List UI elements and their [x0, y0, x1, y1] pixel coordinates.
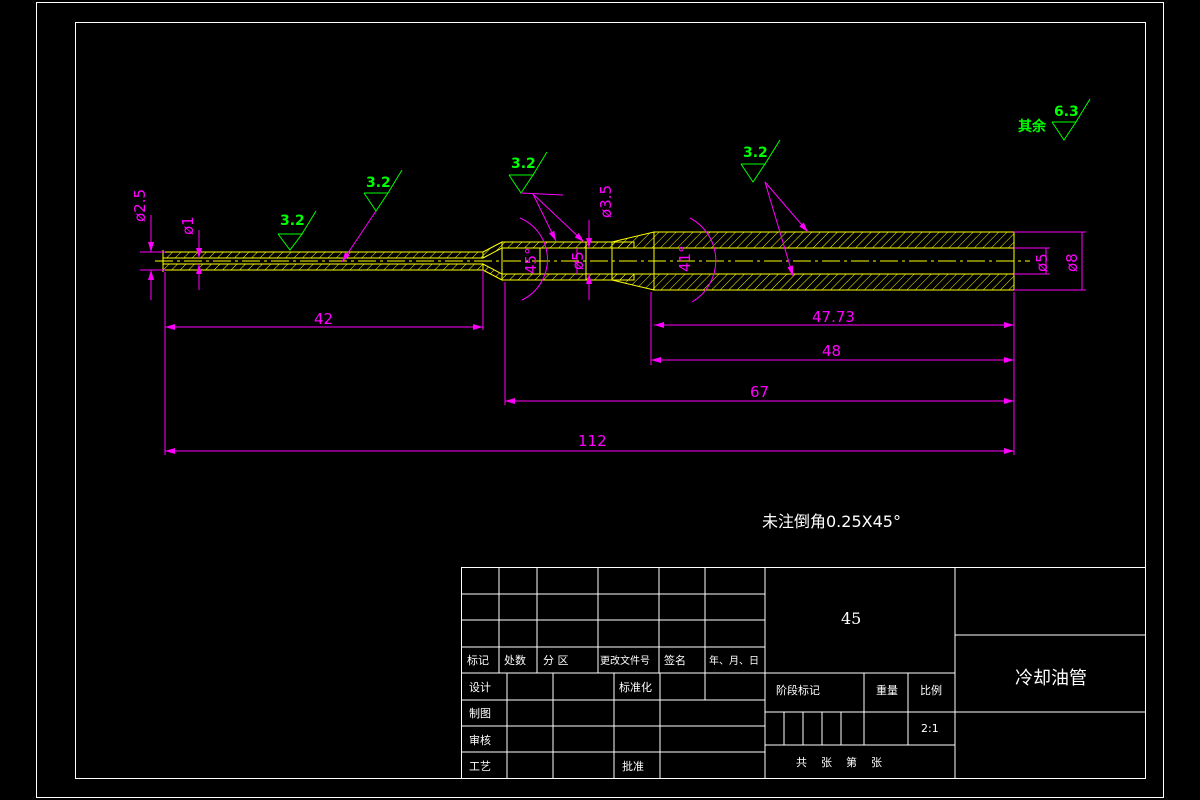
tb-row-draw: 制图	[469, 707, 491, 720]
right-taper-top	[611, 231, 655, 249]
left-taper-bottom	[482, 263, 503, 281]
tb-material: 45	[841, 609, 861, 628]
left-tube-wall-bottom	[162, 263, 484, 271]
dim-d8: ø8	[1063, 253, 1081, 272]
dim-42: 42	[314, 310, 333, 328]
tb-part-name: 冷却油管	[1015, 668, 1087, 689]
right-taper-bottom	[611, 273, 655, 291]
tb-row-process: 工艺	[469, 760, 491, 773]
dim-67: 67	[750, 383, 769, 401]
tb-header-2: 分 区	[543, 654, 569, 667]
tb-header-1: 处数	[504, 654, 526, 667]
drawing-canvas: ø2.5 ø1 ø3.5 ø5 45° 41° ø5 ø8 42 47.73 4…	[36, 2, 1164, 798]
tb-header-3: 更改文件号	[600, 654, 650, 667]
dim-112: 112	[578, 432, 607, 450]
tb-sheets: 共 张 第 张	[796, 755, 882, 769]
tb-scale-value: 2:1	[921, 722, 939, 735]
dim-mid-d5: ø5	[569, 251, 587, 270]
dim-47_73: 47.73	[812, 308, 855, 326]
roughness-label-2: 3.2	[366, 175, 391, 191]
part-outline	[155, 231, 1030, 291]
tb-header-0: 标记	[467, 653, 489, 667]
tb-scale-label: 比例	[920, 683, 942, 697]
dim-angle-45: 45°	[522, 247, 540, 274]
tb-standardize: 标准化	[619, 680, 652, 694]
roughness-label-1: 3.2	[280, 213, 305, 229]
tb-stage-mark: 阶段标记	[776, 683, 820, 697]
tb-header-4: 签名	[664, 653, 686, 667]
tb-header-5: 年、月、日	[709, 654, 759, 667]
dim-right-d5: ø5	[1033, 253, 1051, 272]
chamfer-note: 未注倒角0.25X45°	[762, 512, 901, 531]
dim-d2_5: ø2.5	[131, 189, 149, 222]
roughness-other-value: 6.3	[1054, 104, 1079, 120]
dim-d1: ø1	[179, 216, 197, 235]
dimension-lines	[140, 215, 1086, 455]
tb-row-review: 审核	[469, 733, 491, 747]
dim-angle-41: 41°	[676, 245, 694, 272]
dim-d3_5: ø3.5	[597, 185, 615, 218]
left-tube-wall-top	[162, 251, 484, 259]
tb-weight: 重量	[876, 683, 898, 697]
roughness-label-3: 3.2	[511, 156, 536, 172]
tb-row-design: 设计	[469, 681, 491, 694]
outer-frame	[36, 2, 1164, 798]
dim-48: 48	[822, 342, 841, 360]
roughness-label-4: 3.2	[743, 145, 768, 161]
tb-approve: 批准	[622, 759, 644, 773]
left-taper-top	[482, 241, 503, 259]
roughness-other-label: 其余	[1018, 118, 1047, 135]
